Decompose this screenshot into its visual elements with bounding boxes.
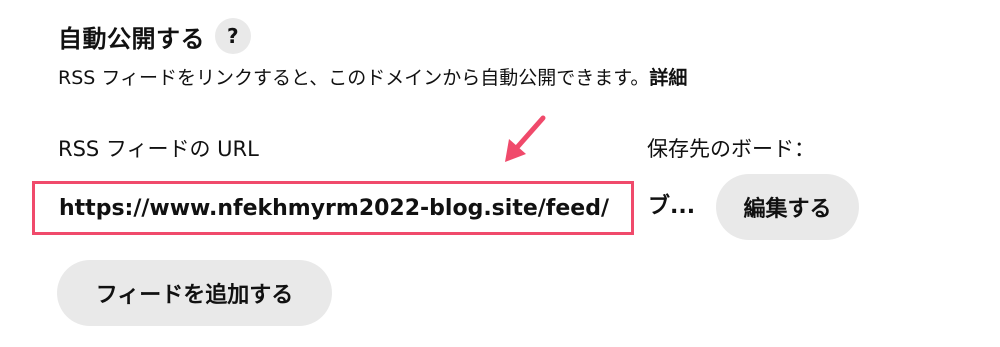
auto-publish-description: RSS フィードをリンクすると、このドメインから自動公開できます。詳細 bbox=[58, 62, 687, 94]
detail-link[interactable]: 詳細 bbox=[649, 67, 687, 89]
description-text: RSS フィードをリンクすると、このドメインから自動公開できます。 bbox=[58, 67, 650, 89]
rss-url-highlight: https://www.nfekhmyrm2022-blog.site/feed… bbox=[32, 181, 634, 235]
auto-publish-header: 自動公開する ? bbox=[58, 14, 251, 58]
board-label: 保存先のボード： bbox=[647, 137, 815, 161]
edit-button[interactable]: 編集する bbox=[716, 174, 859, 240]
add-feed-button[interactable]: フィードを追加する bbox=[57, 260, 332, 326]
rss-url-value[interactable]: https://www.nfekhmyrm2022-blog.site/feed… bbox=[35, 196, 609, 221]
board-value: ブ... bbox=[648, 194, 696, 219]
arrow-down-left-icon bbox=[505, 115, 546, 162]
help-icon[interactable]: ? bbox=[215, 18, 251, 54]
section-title: 自動公開する bbox=[58, 24, 205, 53]
rss-url-label: RSS フィードの URL bbox=[58, 137, 259, 161]
